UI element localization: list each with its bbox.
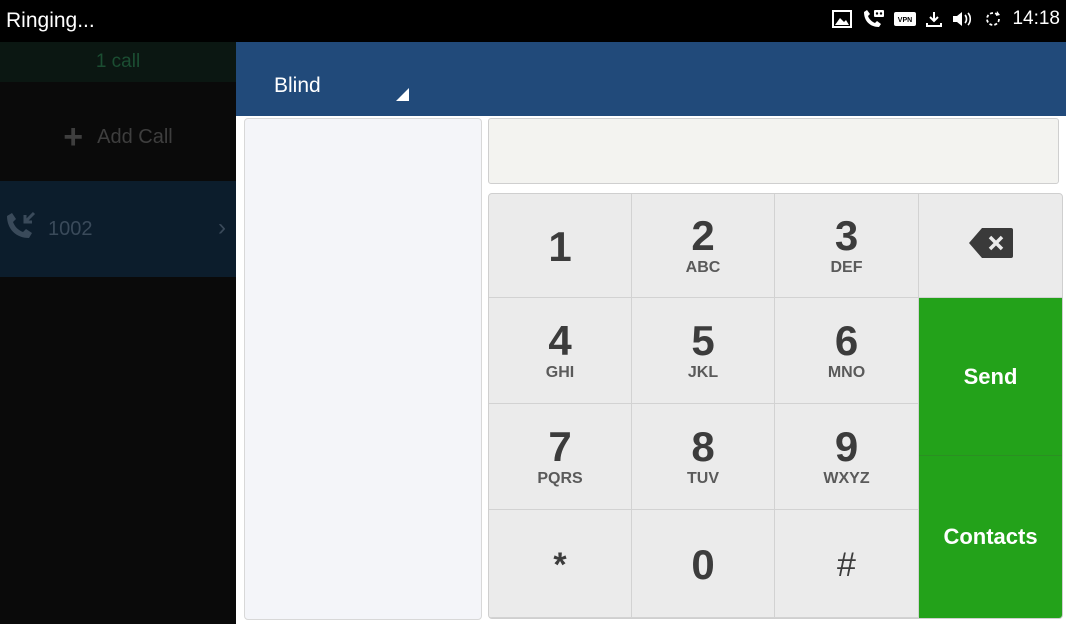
key-8[interactable]: 8 TUV — [632, 404, 775, 510]
key-letters: WXYZ — [823, 469, 870, 487]
add-call-label: Add Call — [97, 125, 173, 148]
key-digit: 5 — [691, 316, 715, 364]
dropdown-triangle-icon[interactable] — [396, 88, 409, 101]
key-digit: 9 — [834, 422, 859, 470]
status-bar: Ringing... VPN 14:18 — [0, 0, 1066, 42]
key-letters: GHI — [545, 363, 575, 381]
key-6[interactable]: 6 MNO — [775, 298, 919, 404]
call-list-panel: 1 call + Add Call 1002 › — [0, 42, 236, 624]
vpn-icon: VPN — [894, 11, 917, 27]
calls-count: 1 call — [0, 42, 236, 82]
key-star[interactable]: * — [489, 510, 632, 618]
contacts-button[interactable]: Contacts — [919, 456, 1062, 618]
key-letters: TUV — [687, 469, 719, 487]
key-letters: DEF — [830, 258, 863, 276]
transfer-mode-dropdown[interactable]: Blind — [274, 74, 321, 98]
incoming-call-icon — [4, 210, 38, 248]
key-digit: 0 — [691, 540, 715, 588]
key-letters: MNO — [827, 363, 866, 381]
transfer-dialog: Blind 1 2 ABC 3 DEF 4 GHI 5 JKL 6 MNO 7 — [236, 42, 1066, 624]
key-9[interactable]: 9 WXYZ — [775, 404, 919, 510]
status-icons: VPN 14:18 — [832, 8, 1060, 30]
key-letters: JKL — [687, 363, 719, 381]
key-digit: 3 — [834, 211, 859, 259]
key-hash[interactable]: # — [775, 510, 919, 618]
backspace-button[interactable] — [919, 194, 1062, 298]
key-letters: PQRS — [537, 469, 583, 487]
key-5[interactable]: 5 JKL — [632, 298, 775, 404]
key-7[interactable]: 7 PQRS — [489, 404, 632, 510]
key-4[interactable]: 4 GHI — [489, 298, 632, 404]
chevron-right-icon: › — [218, 214, 226, 241]
key-digit: 2 — [691, 211, 715, 259]
key-1[interactable]: 1 — [489, 194, 632, 298]
key-digit: # — [837, 545, 856, 584]
key-digit: 4 — [548, 316, 572, 364]
call-item[interactable]: 1002 › — [0, 181, 236, 277]
key-letters: ABC — [685, 258, 721, 276]
key-3[interactable]: 3 DEF — [775, 194, 919, 298]
backspace-icon — [968, 226, 1014, 265]
key-digit: 1 — [548, 222, 572, 270]
plus-icon: + — [63, 118, 84, 156]
call-number: 1002 — [48, 217, 93, 240]
status-text: Ringing... — [6, 9, 95, 32]
key-digit: * — [553, 545, 567, 584]
dialpad: 1 2 ABC 3 DEF 4 GHI 5 JKL 6 MNO 7 PQRS 8… — [488, 193, 1063, 619]
clock: 14:18 — [1012, 8, 1060, 29]
sync-icon — [983, 9, 1003, 29]
contact-match-list[interactable] — [244, 118, 482, 620]
key-digit: 7 — [548, 422, 572, 470]
key-digit: 6 — [834, 316, 859, 364]
vpn-icon-label: VPN — [898, 17, 912, 24]
key-0[interactable]: 0 — [632, 510, 775, 618]
dialog-header: Blind — [236, 42, 1066, 116]
volume-icon — [952, 10, 974, 28]
send-button[interactable]: Send — [919, 298, 1062, 456]
download-icon — [925, 10, 943, 28]
picture-icon — [832, 10, 853, 28]
key-2[interactable]: 2 ABC — [632, 194, 775, 298]
key-digit: 8 — [691, 422, 715, 470]
number-input[interactable] — [488, 118, 1059, 184]
add-call-button[interactable]: + Add Call — [0, 112, 236, 162]
voicemail-call-icon — [861, 9, 885, 29]
